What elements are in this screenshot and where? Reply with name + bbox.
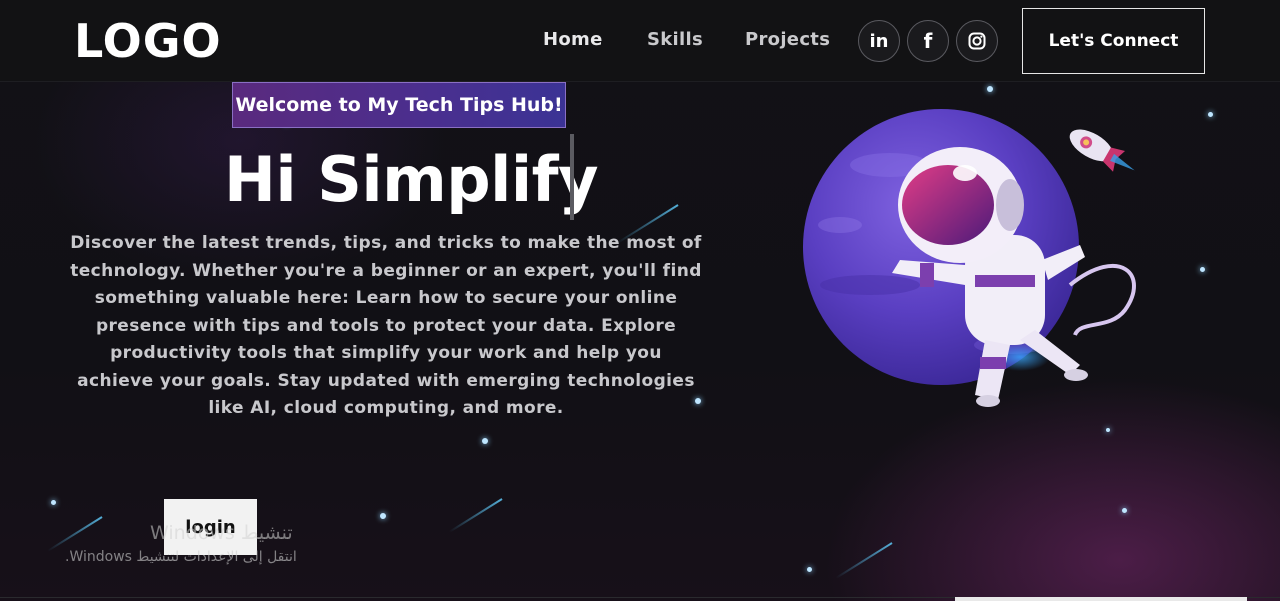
star-decoration (1200, 267, 1205, 272)
hero-headline: Hi Simplify (224, 142, 599, 216)
lets-connect-button[interactable]: Let's Connect (1022, 8, 1205, 74)
hero-description: Discover the latest trends, tips, and tr… (70, 233, 702, 418)
star-decoration (380, 513, 386, 519)
logo[interactable]: LOGO (74, 14, 222, 68)
star-decoration (1106, 428, 1110, 432)
windows-activation-title: تنشيط Windows (150, 522, 293, 544)
nav-link-skills[interactable]: Skills (647, 29, 703, 50)
rocket-graphic (1069, 129, 1135, 172)
star-decoration (807, 567, 812, 572)
windows-activation-subtitle: انتقل إلى الإعدادات لتنشيط Windows. (65, 549, 297, 565)
facebook-icon: f (923, 29, 933, 53)
astronaut-planet-illustration (803, 109, 1136, 407)
nav-link-home[interactable]: Home (543, 29, 603, 50)
typing-cursor (570, 134, 574, 220)
instagram-button[interactable] (956, 20, 998, 62)
star-decoration (1122, 508, 1127, 513)
star-decoration (51, 500, 56, 505)
linkedin-icon: in (869, 30, 889, 52)
star-decoration (987, 86, 993, 92)
top-navbar: LOGO Home Skills Projects in f Let's Con… (0, 0, 1280, 82)
welcome-tagline: Welcome to My Tech Tips Hub! (232, 82, 566, 128)
linkedin-button[interactable]: in (858, 20, 900, 62)
facebook-button[interactable]: f (907, 20, 949, 62)
star-decoration (482, 438, 488, 444)
nav-link-projects[interactable]: Projects (745, 29, 830, 50)
scroll-indicator (955, 597, 1247, 601)
star-decoration (1208, 112, 1213, 117)
instagram-icon (968, 32, 986, 50)
